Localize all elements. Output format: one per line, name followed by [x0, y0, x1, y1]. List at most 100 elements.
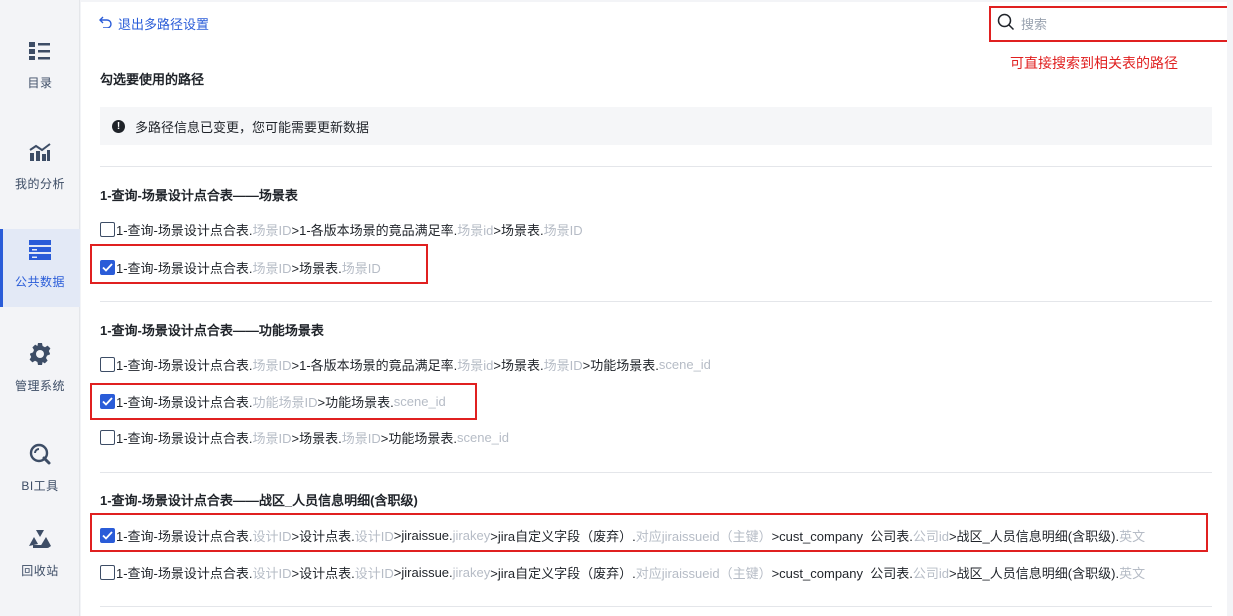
path-row[interactable]: 1-查询-场景设计点合表. 设计ID >设计点表. 设计ID >jiraissue. ji… [100, 525, 1145, 545]
checkbox[interactable] [100, 564, 115, 580]
path-table-name: >战区_人员信息明细(含职级). [948, 565, 1120, 581]
path-field-name: 场景ID [341, 260, 381, 276]
topbar: 退出多路径设置 [81, 2, 1227, 48]
path-table-name: >jira自定义字段（废弃）. [490, 565, 636, 581]
main-panel: 退出多路径设置 可直接搜索到相关表的路径 勾选要使用的路径 ! 多路径信息已变更… [81, 2, 1227, 616]
gear-icon [27, 341, 53, 367]
path-field-name: 场景ID [543, 222, 583, 238]
checkbox[interactable] [100, 221, 115, 237]
catalog-icon [27, 38, 53, 64]
checkmark-icon [102, 262, 113, 272]
path-table-name: >cust_company 公司表. [771, 565, 913, 581]
sidebar-item-recycle-bin[interactable]: 回收站 [0, 518, 80, 596]
path-field-name: 设计ID [252, 528, 292, 544]
group-title-scene: 1-查询-场景设计点合表——场景表 [100, 188, 298, 203]
exclamation-icon: ! [112, 119, 125, 133]
divider [100, 472, 1212, 473]
path-field-name: 场景id [457, 222, 494, 238]
checkbox-checked[interactable] [100, 259, 115, 275]
path-row[interactable]: 1-查询-场景设计点合表. 设计ID >设计点表. 设计ID >jiraissue. ji… [100, 562, 1145, 582]
exit-multipath-label: 退出多路径设置 [118, 17, 210, 32]
path-table-name: >jira自定义字段（废弃）. [490, 528, 636, 544]
sidebar-item-label: 回收站 [21, 564, 59, 578]
app-root: 目录 我的分析 公共数据 管理系统 BI工具 回收站 退出多路径设置 搜索 可直… [0, 0, 1233, 616]
path-field-name: 场景ID [252, 430, 292, 446]
search-input[interactable] [1021, 16, 1221, 32]
section-heading: 勾选要使用的路径 [100, 72, 205, 87]
path-table-name: >设计点表. [291, 565, 355, 581]
path-table-name: >功能场景表. [582, 357, 659, 373]
exit-multipath-button[interactable]: 退出多路径设置 [99, 14, 209, 33]
path-table-name: >场景表. [291, 260, 342, 276]
tool-icon [27, 441, 53, 467]
path-field-name: 英文 [1119, 528, 1146, 544]
path-table-name: >1-各版本场景的竟品满足率. [291, 357, 458, 373]
path-field-name: 功能场景ID [252, 394, 318, 410]
path-table-name: 1-查询-场景设计点合表. [116, 565, 253, 581]
path-field-name: scene_id [658, 356, 711, 372]
group-title-function-scene: 1-查询-场景设计点合表——功能场景表 [100, 323, 324, 338]
checkbox[interactable] [100, 429, 115, 445]
path-table-name: >功能场景表. [317, 394, 394, 410]
checkbox-checked[interactable] [100, 393, 115, 409]
divider [100, 606, 1212, 607]
divider [100, 301, 1212, 302]
group-title-war-zone: 1-查询-场景设计点合表——战区_人员信息明细(含职级) [100, 493, 418, 508]
database-icon [27, 237, 53, 263]
path-table-name: >1-各版本场景的竟品满足率. [291, 222, 458, 238]
sidebar-item-bi-tools[interactable]: BI工具 [0, 433, 80, 511]
recycle-icon [27, 526, 53, 552]
path-table-name: >设计点表. [291, 528, 355, 544]
path-field-name: 场景ID [252, 260, 292, 276]
search-box[interactable] [989, 6, 1227, 42]
sidebar-item-label: 目录 [27, 76, 53, 90]
path-field-name: 场景ID [252, 222, 292, 238]
sidebar-item-label: 公共数据 [14, 275, 65, 289]
checkbox[interactable] [100, 356, 115, 372]
path-table-name: >场景表. [493, 357, 544, 373]
checkmark-icon [102, 396, 113, 406]
path-field-name: jirakey [452, 527, 491, 543]
path-table-name: 1-查询-场景设计点合表. [116, 222, 253, 238]
sidebar: 目录 我的分析 公共数据 管理系统 BI工具 回收站 [0, 0, 80, 616]
path-table-name: >jiraissue. [393, 564, 453, 580]
notice-text: 多路径信息已变更，您可能需要更新数据 [135, 119, 370, 135]
path-table-name: 1-查询-场景设计点合表. [116, 357, 253, 373]
path-field-name: 对应jiraissueid（主键） [635, 565, 772, 581]
path-field-name: 设计ID [354, 565, 394, 581]
path-field-name: 场景ID [252, 357, 292, 373]
path-row[interactable]: 1-查询-场景设计点合表. 场景ID >场景表. 场景ID [100, 257, 381, 277]
search-icon [997, 13, 1015, 36]
path-field-name: 英文 [1119, 565, 1146, 581]
notice-banner: ! 多路径信息已变更，您可能需要更新数据 [100, 107, 1212, 145]
path-table-name: >cust_company 公司表. [771, 528, 913, 544]
path-field-name: scene_id [393, 393, 446, 409]
path-row[interactable]: 1-查询-场景设计点合表. 场景ID >1-各版本场景的竟品满足率. 场景id >场景表… [100, 354, 711, 374]
checkmark-icon [102, 530, 113, 540]
path-table-name: 1-查询-场景设计点合表. [116, 394, 253, 410]
path-field-name: 场景ID [341, 430, 381, 446]
path-table-name: >场景表. [493, 222, 544, 238]
path-row[interactable]: 1-查询-场景设计点合表. 功能场景ID >功能场景表. scene_id [100, 391, 446, 411]
path-table-name: 1-查询-场景设计点合表. [116, 528, 253, 544]
divider [100, 166, 1212, 167]
content-clip-mask [1204, 512, 1227, 592]
path-table-name: >战区_人员信息明细(含职级). [948, 528, 1120, 544]
path-table-name: >场景表. [291, 430, 342, 446]
path-row[interactable]: 1-查询-场景设计点合表. 场景ID >1-各版本场景的竟品满足率. 场景id >场景表… [100, 219, 583, 239]
sidebar-item-my-analysis[interactable]: 我的分析 [0, 131, 80, 209]
undo-arrow-icon [99, 16, 112, 31]
sidebar-item-label: BI工具 [21, 479, 59, 493]
path-field-name: 设计ID [354, 528, 394, 544]
path-row[interactable]: 1-查询-场景设计点合表. 场景ID >场景表. 场景ID >功能场景表. scene_i… [100, 427, 509, 447]
sidebar-item-label: 管理系统 [14, 379, 65, 393]
path-table-name: 1-查询-场景设计点合表. [116, 260, 253, 276]
sidebar-item-management[interactable]: 管理系统 [0, 333, 80, 411]
sidebar-item-public-data[interactable]: 公共数据 [0, 229, 80, 307]
path-field-name: 场景id [457, 357, 494, 373]
path-field-name: 场景ID [543, 357, 583, 373]
sidebar-item-catalog[interactable]: 目录 [0, 30, 80, 108]
path-table-name: >jiraissue. [393, 527, 453, 543]
path-table-name: 1-查询-场景设计点合表. [116, 430, 253, 446]
checkbox-checked[interactable] [100, 527, 115, 543]
